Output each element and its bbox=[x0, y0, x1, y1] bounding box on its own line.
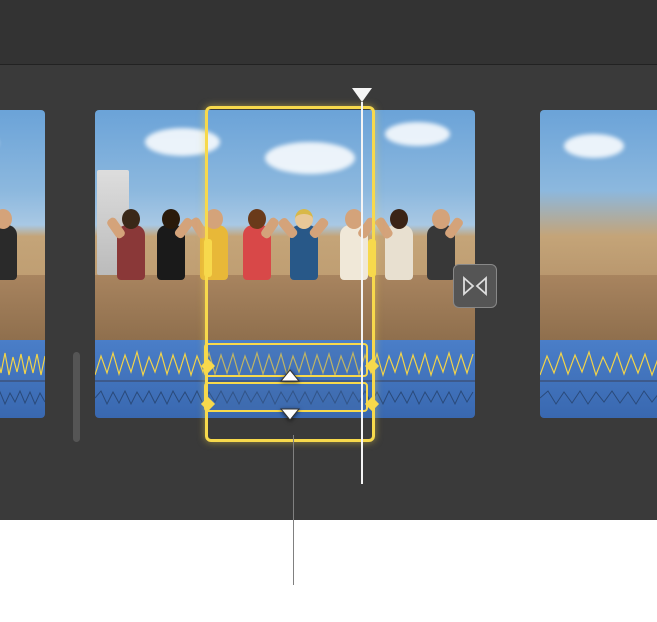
playhead-marker-icon bbox=[352, 88, 372, 102]
audio-selection-upper[interactable] bbox=[204, 343, 368, 377]
waveform-icon bbox=[540, 386, 657, 410]
waveform-icon bbox=[0, 348, 45, 378]
timeline-clip[interactable] bbox=[0, 110, 45, 430]
transition-button[interactable] bbox=[453, 264, 497, 308]
clip-thumbnail bbox=[95, 110, 475, 340]
timeline-clip[interactable] bbox=[95, 110, 475, 430]
transition-icon bbox=[462, 276, 488, 296]
clip-thumbnail bbox=[540, 110, 657, 340]
clip-audio-track[interactable] bbox=[95, 340, 475, 418]
timeline[interactable] bbox=[0, 110, 657, 440]
scroll-handle[interactable] bbox=[73, 352, 80, 442]
clip-audio-track[interactable] bbox=[0, 340, 45, 418]
editor-toolbar bbox=[0, 0, 657, 65]
audio-selection-lower[interactable] bbox=[204, 382, 368, 412]
callout-leader-line bbox=[293, 435, 294, 585]
waveform-icon bbox=[0, 386, 45, 410]
video-editor-panel bbox=[0, 0, 657, 520]
timeline-clip[interactable] bbox=[540, 110, 657, 430]
clip-thumbnail bbox=[0, 110, 45, 340]
clip-audio-track[interactable] bbox=[540, 340, 657, 418]
waveform-icon bbox=[540, 348, 657, 378]
